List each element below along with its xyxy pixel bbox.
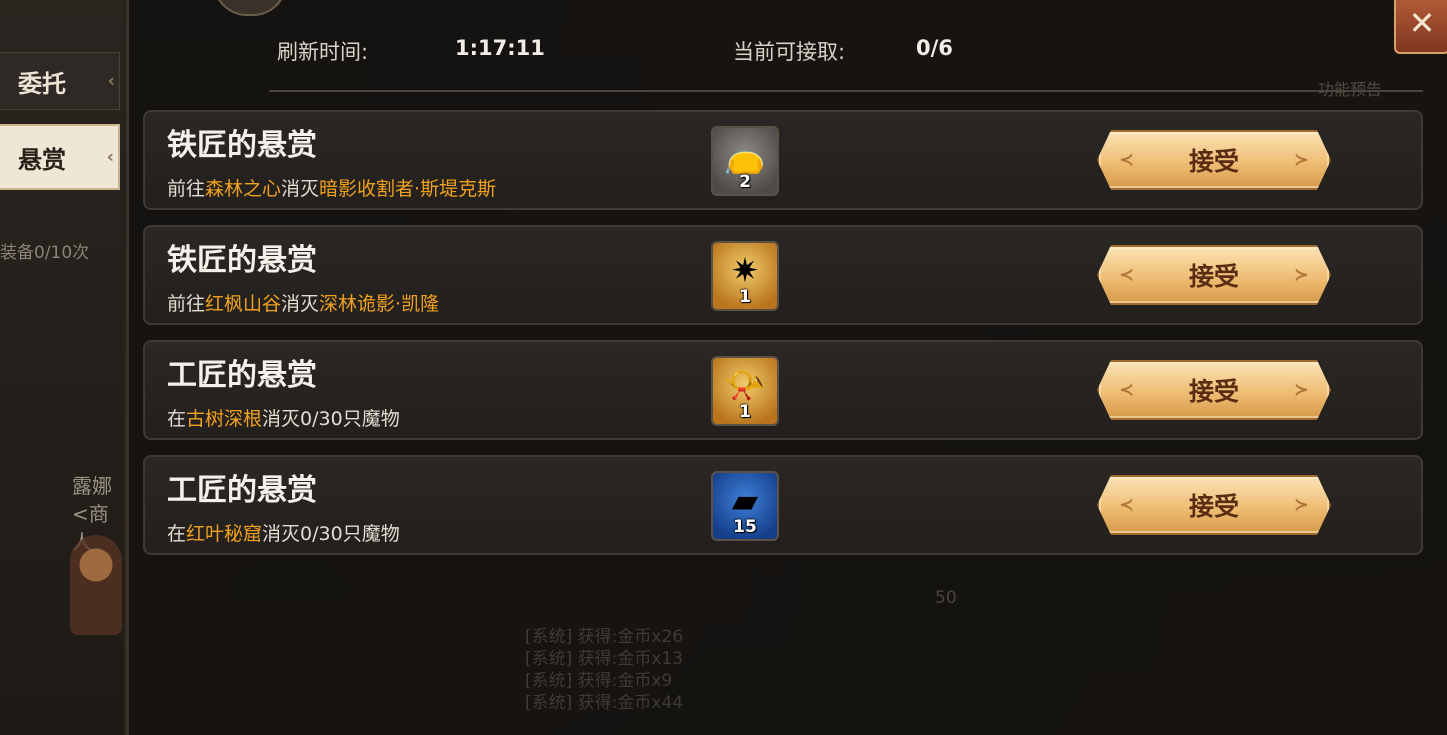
reward-slot[interactable]: 📯 1 bbox=[711, 356, 779, 426]
tab-bounty[interactable]: 悬赏 ‹ bbox=[0, 124, 120, 190]
accept-button[interactable]: ≺ 接受 ≻ bbox=[1097, 475, 1331, 535]
desc-text: 消灭 bbox=[281, 293, 320, 315]
ornament-icon: ≻ bbox=[1293, 379, 1309, 401]
chat-line: [系统] 获得:金币x13 bbox=[525, 649, 684, 669]
desc-text: 在 bbox=[167, 408, 187, 430]
quest-title: 工匠的悬赏 bbox=[167, 358, 317, 393]
accept-count-label: 当前可接取: bbox=[733, 40, 846, 64]
ornament-icon: ≻ bbox=[1293, 494, 1309, 516]
ornament-icon: ≺ bbox=[1119, 149, 1135, 171]
quest-description: 前往森林之心消灭暗影收割者·斯堤克斯 bbox=[167, 174, 496, 201]
crystal-icon: ✷ bbox=[730, 251, 760, 291]
desc-text: 前往 bbox=[167, 293, 206, 315]
reward-count: 2 bbox=[739, 172, 751, 192]
pouch-icon: 👝 bbox=[723, 136, 767, 176]
accept-button-label: 接受 bbox=[1188, 377, 1239, 406]
reward-count: 15 bbox=[733, 517, 757, 537]
accept-button-label: 接受 bbox=[1188, 262, 1239, 291]
npc-avatar[interactable] bbox=[70, 535, 122, 635]
panel-ornament bbox=[213, 0, 287, 16]
chat-line: [系统] 获得:金币x44 bbox=[525, 693, 684, 713]
refresh-time-value: 1:17:11 bbox=[455, 36, 545, 60]
tab-commission-label: 委托 bbox=[18, 69, 66, 98]
accept-button[interactable]: ≺ 接受 ≻ bbox=[1097, 130, 1331, 190]
desc-location: 红叶秘窟 bbox=[186, 523, 263, 545]
desc-text: 消灭0/30只魔物 bbox=[262, 523, 400, 545]
chat-line: [系统] 获得:金币x26 bbox=[525, 627, 684, 647]
close-button[interactable]: ✕ bbox=[1394, 0, 1447, 54]
quest-title: 铁匠的悬赏 bbox=[167, 128, 317, 163]
accept-button[interactable]: ≺ 接受 ≻ bbox=[1097, 245, 1331, 305]
ornament-icon: ≺ bbox=[1119, 494, 1135, 516]
desc-target: 深林诡影·凯隆 bbox=[319, 293, 440, 315]
accept-button[interactable]: ≺ 接受 ≻ bbox=[1097, 360, 1331, 420]
ornament-icon: ≺ bbox=[1119, 379, 1135, 401]
accept-button-label: 接受 bbox=[1188, 492, 1239, 521]
reward-count: 1 bbox=[739, 402, 751, 422]
desc-location: 森林之心 bbox=[205, 178, 282, 200]
quest-row: 工匠的悬赏 在古树深根消灭0/30只魔物 📯 1 ≺ 接受 ≻ bbox=[143, 340, 1423, 440]
feature-preview-label: 功能预告 bbox=[1317, 80, 1382, 99]
chat-line: [系统] 获得:金币x9 bbox=[525, 671, 673, 691]
quest-description: 前往红枫山谷消灭深林诡影·凯隆 bbox=[167, 289, 439, 316]
ornament-icon: ≻ bbox=[1293, 149, 1309, 171]
desc-text: 在 bbox=[167, 523, 187, 545]
ingot-icon: ▰ bbox=[731, 481, 759, 521]
background-chat-log: [系统] 获得:金币x26 [系统] 获得:金币x13 [系统] 获得:金币x9… bbox=[525, 626, 683, 714]
ornament-icon: ≺ bbox=[1119, 264, 1135, 286]
quest-title: 工匠的悬赏 bbox=[167, 473, 317, 508]
npc-name: 露娜 bbox=[72, 474, 112, 498]
background-badge: 50 bbox=[935, 588, 957, 608]
accept-count-value: 0/6 bbox=[916, 36, 953, 60]
bounty-panel: 刷新时间: 1:17:11 当前可接取: 0/6 功能预告 ✕ 铁匠的悬赏 前往… bbox=[126, 0, 1447, 735]
ornament-icon: ≻ bbox=[1293, 264, 1309, 286]
reward-slot[interactable]: ✷ 1 bbox=[711, 241, 779, 311]
quest-row: 铁匠的悬赏 前往红枫山谷消灭深林诡影·凯隆 ✷ 1 ≺ 接受 ≻ bbox=[143, 225, 1423, 325]
desc-location: 古树深根 bbox=[186, 408, 263, 430]
desc-target: 暗影收割者·斯堤克斯 bbox=[319, 178, 497, 200]
desc-text: 消灭0/30只魔物 bbox=[262, 408, 400, 430]
quest-title: 铁匠的悬赏 bbox=[167, 243, 317, 278]
tab-commission[interactable]: 委托 ‹ bbox=[0, 52, 120, 110]
quest-row: 工匠的悬赏 在红叶秘窟消灭0/30只魔物 ▰ 15 ≺ 接受 ≻ bbox=[143, 455, 1423, 555]
reward-slot[interactable]: 👝 2 bbox=[711, 126, 779, 196]
header-divider bbox=[269, 90, 1423, 92]
close-icon: ✕ bbox=[1408, 4, 1436, 42]
quest-description: 在红叶秘窟消灭0/30只魔物 bbox=[167, 519, 400, 546]
sidebar: 委托 ‹ 悬赏 ‹ 装备0/10次 露娜 <商人 bbox=[0, 0, 124, 735]
quest-row: 铁匠的悬赏 前往森林之心消灭暗影收割者·斯堤克斯 👝 2 ≺ 接受 ≻ bbox=[143, 110, 1423, 210]
desc-text: 前往 bbox=[167, 178, 206, 200]
refresh-time-label: 刷新时间: bbox=[277, 40, 369, 64]
equip-count-note: 装备0/10次 bbox=[0, 243, 90, 263]
chevron-left-icon: ‹ bbox=[107, 70, 115, 92]
accept-button-label: 接受 bbox=[1188, 147, 1239, 176]
tab-bounty-label: 悬赏 bbox=[18, 145, 66, 174]
quest-description: 在古树深根消灭0/30只魔物 bbox=[167, 404, 400, 431]
chevron-left-icon: ‹ bbox=[106, 146, 114, 168]
reward-slot[interactable]: ▰ 15 bbox=[711, 471, 779, 541]
desc-text: 消灭 bbox=[281, 178, 320, 200]
desc-location: 红枫山谷 bbox=[205, 293, 282, 315]
horn-icon: 📯 bbox=[723, 366, 767, 406]
reward-count: 1 bbox=[739, 287, 751, 307]
